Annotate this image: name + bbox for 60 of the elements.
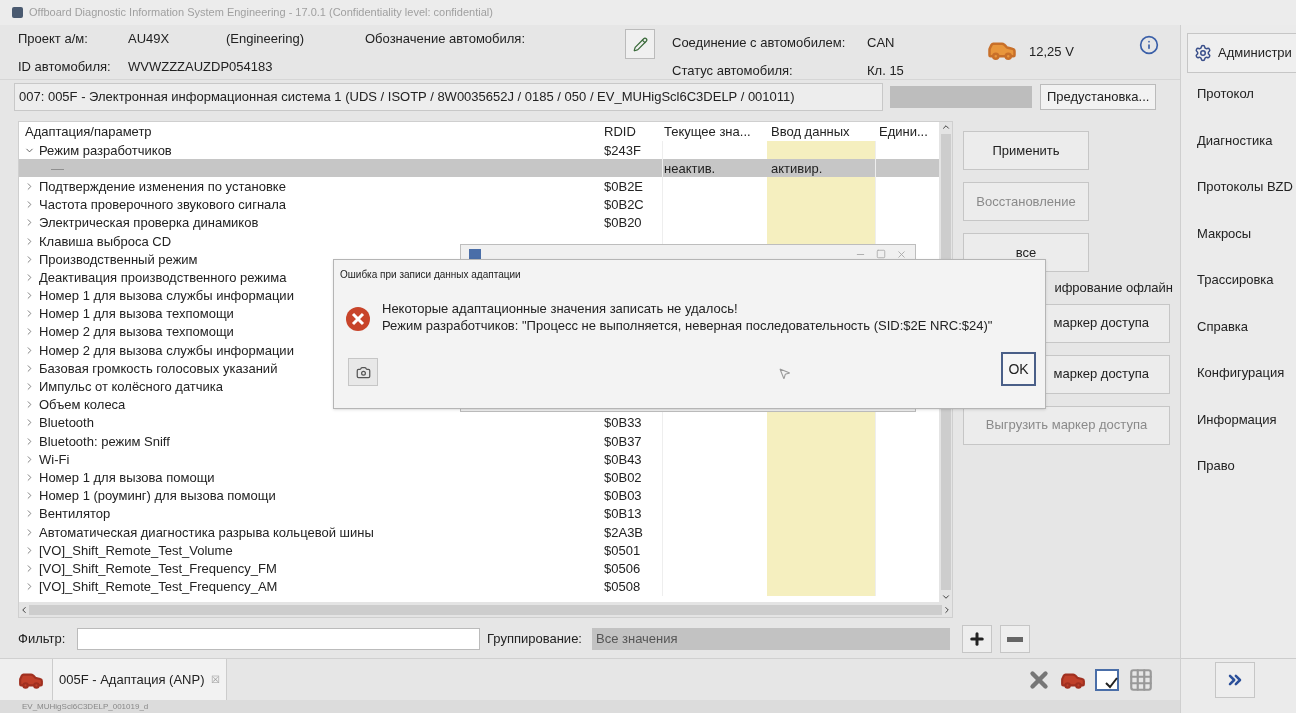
- parameter-name: Импульс от колёсного датчика: [39, 380, 224, 394]
- parameter-name: [VO]_Shift_Remote_Test_Frequency_AM: [39, 580, 278, 594]
- grouping-label: Группирование:: [487, 630, 583, 649]
- rdid-cell: $0B02: [604, 470, 642, 484]
- parameter-name: Bluetooth: [39, 416, 94, 430]
- rdid-cell: $0506: [604, 561, 641, 575]
- parameter-name: [VO]_Shift_Remote_Test_Frequency_FM: [39, 561, 277, 575]
- field-value: AU49X: [128, 30, 171, 48]
- battery-voltage: 12,25 V: [1029, 43, 1075, 61]
- parameter-name: [VO]_Shift_Remote_Test_Volume: [39, 543, 233, 557]
- field-label: Соединение с автомобилем:: [672, 34, 847, 52]
- parameter-name: Деактивация производственного режима: [39, 270, 287, 284]
- rdid-cell: $0B13: [604, 507, 642, 521]
- field-value: CAN: [867, 34, 896, 52]
- parameter-name: Номер 1 (роуминг) для вызова помощи: [39, 489, 276, 503]
- rdid-cell: $0501: [604, 543, 641, 557]
- parameter-name: Производственный режим: [39, 252, 198, 266]
- parameter-name: Автоматическая диагностика разрыва кольцевой шины: [39, 525, 374, 539]
- rdid-cell: $0B33: [604, 416, 642, 430]
- parameter-name: Номер 1 для вызова помощи: [39, 470, 215, 484]
- field-value: (Engineering): [226, 30, 305, 48]
- parameter-name: Wi-Fi: [39, 452, 70, 466]
- parameter-name: Объем колеса: [39, 398, 126, 412]
- field-value: Кл. 15: [867, 61, 905, 80]
- dialog-title: Ошибка при записи данных адаптации: [340, 268, 522, 282]
- rdid-cell: $0B37: [604, 434, 642, 448]
- parameter-name: Номер 2 для вызова службы информации: [39, 343, 294, 357]
- rdid-cell: $0B43: [604, 452, 642, 466]
- parameter-name: Вентилятор: [39, 507, 111, 521]
- rdid-cell: $0B20: [604, 216, 642, 230]
- field-value: WVWZZZAUZDP054183: [128, 57, 274, 76]
- rdid-cell: $0B2E: [604, 179, 644, 193]
- parameter-name: Режим разработчиков: [39, 143, 172, 157]
- field-label: Обозначение автомобиля:: [365, 31, 525, 46]
- status-text: EV_MUHigScl6C3DELP_001019_d: [22, 700, 149, 713]
- parameter-name: Электрическая проверка динамиков: [39, 216, 259, 230]
- window-title: Offboard Diagnostic Information System Engineering - 17.0.1 (Confidentiality level: confidential): [29, 5, 493, 21]
- section-label: ифрование офлайн: [1053, 279, 1173, 297]
- field-label: Проект а/м:: [18, 30, 89, 48]
- parameter-name: Bluetooth: режим Sniff: [39, 434, 170, 448]
- rdid-cell: $243F: [604, 143, 641, 157]
- parameter-name: Подтверждение изменения по установке: [39, 179, 286, 193]
- parameter-name: Номер 1 для вызова службы информации: [39, 289, 294, 303]
- parameter-name: Номер 1 для вызова техпомощи: [39, 307, 234, 321]
- rdid-cell: $2A3B: [604, 525, 644, 539]
- parameter-name: —: [50, 161, 64, 175]
- rdid-cell: $0508: [604, 580, 641, 594]
- parameter-name: Частота проверочного звукового сигнала: [39, 198, 287, 212]
- field-label: Статус автомобиля:: [672, 61, 794, 80]
- parameter-name: Базовая громкость голосовых указаний: [39, 361, 278, 375]
- module-field: 007: 005F - Электронная информационная система 1 (UDS / ISOTP / 8W0035652J / 0185 / 050 / EV_MUHigScl6C3DELP / 001011): [14, 82, 883, 111]
- input-value-cell: активир.: [771, 161, 823, 175]
- error-message: Некоторые адаптационные значения записать не удалось!: [382, 300, 739, 317]
- current-value-cell: неактив.: [664, 161, 716, 175]
- filter-label: Фильтр:: [18, 630, 67, 649]
- rdid-cell: $0B03: [604, 489, 642, 503]
- rdid-cell: $0B2C: [604, 198, 644, 212]
- field-label: ID автомобиля:: [18, 57, 112, 76]
- parameter-name: Клавиша выброса CD: [39, 234, 172, 248]
- parameter-name: Номер 2 для вызова техпомощи: [39, 325, 234, 339]
